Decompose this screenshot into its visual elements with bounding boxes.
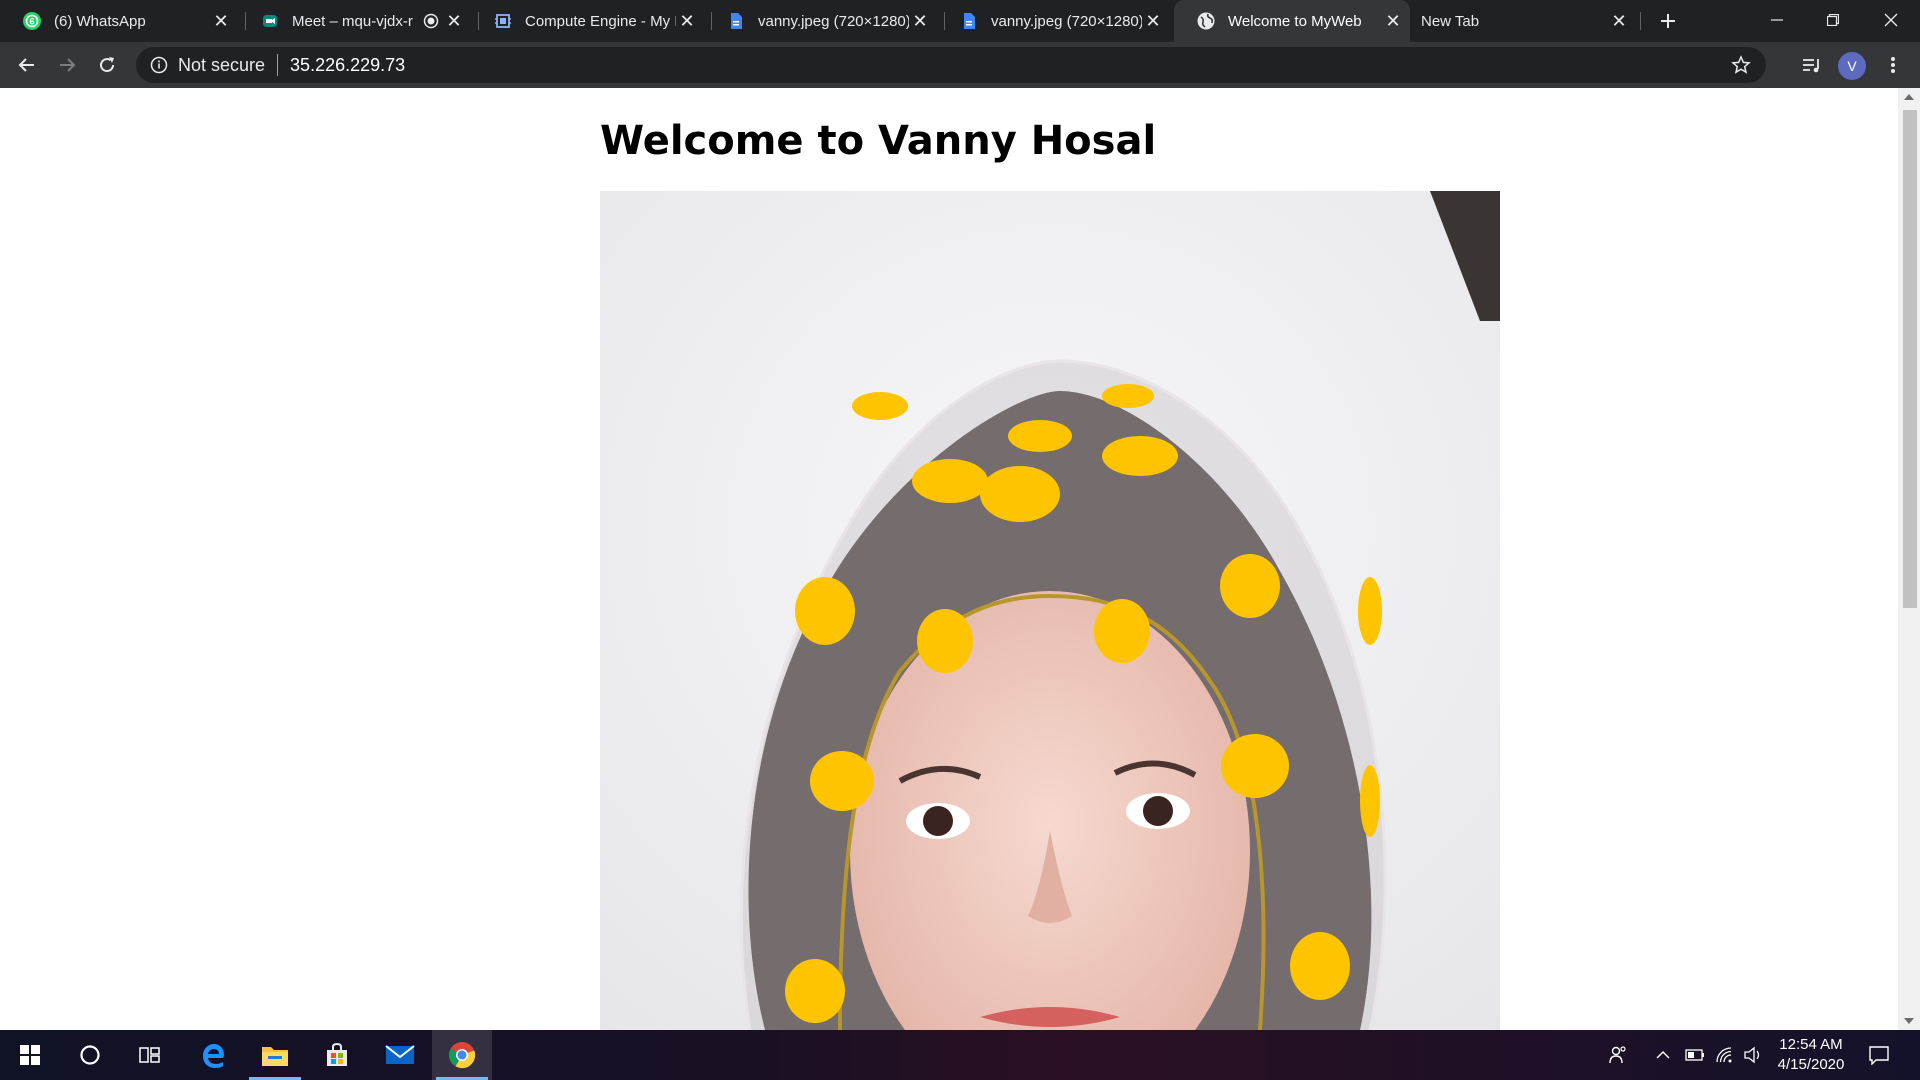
microsoft-store-app[interactable] — [307, 1030, 367, 1080]
tab-title: Welcome to MyWeb — [1228, 12, 1362, 30]
start-button[interactable] — [0, 1030, 60, 1080]
close-tab-icon[interactable]: ✕ — [676, 10, 698, 32]
cortana-circle-icon — [80, 1045, 100, 1065]
edge-app[interactable] — [183, 1030, 243, 1080]
reload-button[interactable] — [92, 50, 122, 80]
tab-meet[interactable]: Meet – mqu-vjdx-r ✕ — [238, 0, 471, 42]
tab-compute-engine[interactable]: Compute Engine - My I ✕ — [471, 0, 704, 42]
back-button[interactable] — [12, 50, 42, 80]
windows-logo-icon — [20, 1045, 40, 1065]
browser-menu-button[interactable] — [1878, 50, 1908, 80]
forward-arrow-icon — [60, 58, 76, 72]
cortana-search-button[interactable] — [60, 1030, 120, 1080]
tab-new-tab[interactable]: New Tab ✕ — [1399, 0, 1636, 42]
scroll-down-icon[interactable] — [1904, 1018, 1914, 1024]
browser-toolbar: Not secure 35.226.229.73 V — [0, 42, 1920, 88]
url-text[interactable]: 35.226.229.73 — [290, 55, 405, 76]
close-tab-icon[interactable]: ✕ — [210, 10, 232, 32]
new-tab-button[interactable] — [1652, 7, 1684, 35]
tab-title: vanny.jpeg (720×1280) — [758, 12, 909, 30]
security-status[interactable]: Not secure — [178, 55, 265, 76]
recording-icon — [421, 11, 441, 31]
page-scrollbar[interactable] — [1898, 88, 1920, 1030]
tab-image-1[interactable]: vanny.jpeg (720×1280) ✕ — [704, 0, 937, 42]
globe-icon — [1196, 11, 1216, 31]
tab-whatsapp[interactable]: 6 (6) WhatsApp ✕ — [0, 0, 238, 42]
clock-date: 4/15/2020 — [1777, 1056, 1845, 1073]
restore-icon — [1827, 14, 1839, 26]
page-viewport: Welcome to Vanny Hosal — [0, 88, 1920, 1030]
edge-icon — [203, 1044, 224, 1068]
forward-button[interactable] — [52, 50, 82, 80]
action-center-icon[interactable] — [1868, 1044, 1890, 1066]
wifi-icon[interactable] — [1714, 1044, 1736, 1066]
whatsapp-icon: 6 — [22, 11, 42, 31]
bookmark-star-icon[interactable] — [1730, 54, 1752, 76]
minimize-button[interactable] — [1749, 0, 1805, 40]
media-controls-button[interactable] — [1797, 50, 1827, 80]
portrait-image — [600, 191, 1500, 1030]
plus-icon — [1661, 14, 1675, 28]
system-clock[interactable]: 12:54 AM 4/15/2020 — [1766, 1035, 1856, 1075]
back-arrow-icon — [18, 58, 34, 72]
mail-app[interactable] — [370, 1030, 430, 1080]
clock-time: 12:54 AM — [1779, 1036, 1843, 1053]
image-file-icon — [959, 11, 979, 31]
tab-title: New Tab — [1421, 12, 1480, 30]
restore-button[interactable] — [1805, 0, 1861, 40]
tab-welcome-active[interactable]: Welcome to MyWeb ✕ — [1174, 0, 1410, 42]
close-icon — [1884, 13, 1898, 27]
svg-text:6: 6 — [29, 17, 34, 27]
page-title: Welcome to Vanny Hosal — [600, 118, 1157, 164]
info-icon[interactable] — [148, 54, 170, 76]
windows-taskbar: 12:54 AM 4/15/2020 — [0, 1030, 1920, 1080]
folder-icon — [262, 1047, 288, 1066]
chrome-app[interactable] — [432, 1030, 492, 1080]
tab-title: vanny.jpeg (720×1280) — [991, 12, 1142, 30]
chevron-up-icon[interactable] — [1652, 1044, 1674, 1066]
close-tab-icon[interactable]: ✕ — [1142, 10, 1164, 32]
battery-icon[interactable] — [1684, 1044, 1706, 1066]
compute-engine-icon — [493, 11, 513, 31]
address-bar[interactable]: Not secure 35.226.229.73 — [136, 47, 1766, 83]
tab-image-2[interactable]: vanny.jpeg (720×1280) ✕ — [937, 0, 1170, 42]
volume-icon[interactable] — [1742, 1044, 1764, 1066]
scrollbar-thumb[interactable] — [1903, 110, 1917, 608]
tab-title: Compute Engine - My I — [525, 12, 676, 30]
chrome-icon — [449, 1042, 476, 1069]
file-explorer-app[interactable] — [245, 1030, 305, 1080]
media-queue-icon — [1803, 59, 1819, 73]
portrait-photo — [600, 191, 1500, 1030]
people-icon[interactable] — [1607, 1044, 1629, 1066]
more-vertical-icon — [1891, 57, 1895, 73]
task-view-button[interactable] — [120, 1030, 180, 1080]
tab-title: Meet – mqu-vjdx-r — [292, 12, 413, 30]
minimize-icon — [1771, 19, 1783, 21]
close-window-button[interactable] — [1863, 0, 1919, 40]
task-view-icon — [139, 1047, 160, 1063]
profile-avatar[interactable]: V — [1838, 52, 1866, 80]
mail-envelope-icon — [385, 1045, 415, 1064]
meet-icon — [260, 11, 280, 31]
tab-separator — [1640, 12, 1641, 30]
close-tab-icon[interactable]: ✕ — [1608, 10, 1630, 32]
store-bag-icon — [327, 1042, 347, 1066]
tab-title: (6) WhatsApp — [54, 12, 146, 30]
image-file-icon — [726, 11, 746, 31]
close-tab-icon[interactable]: ✕ — [443, 10, 465, 32]
omnibox-divider — [277, 54, 279, 76]
reload-icon — [100, 57, 115, 73]
tab-strip: 6 (6) WhatsApp ✕ Meet – mqu-vjdx-r ✕ Com… — [0, 0, 1920, 42]
close-tab-icon[interactable]: ✕ — [909, 10, 931, 32]
scroll-up-icon[interactable] — [1904, 94, 1914, 100]
